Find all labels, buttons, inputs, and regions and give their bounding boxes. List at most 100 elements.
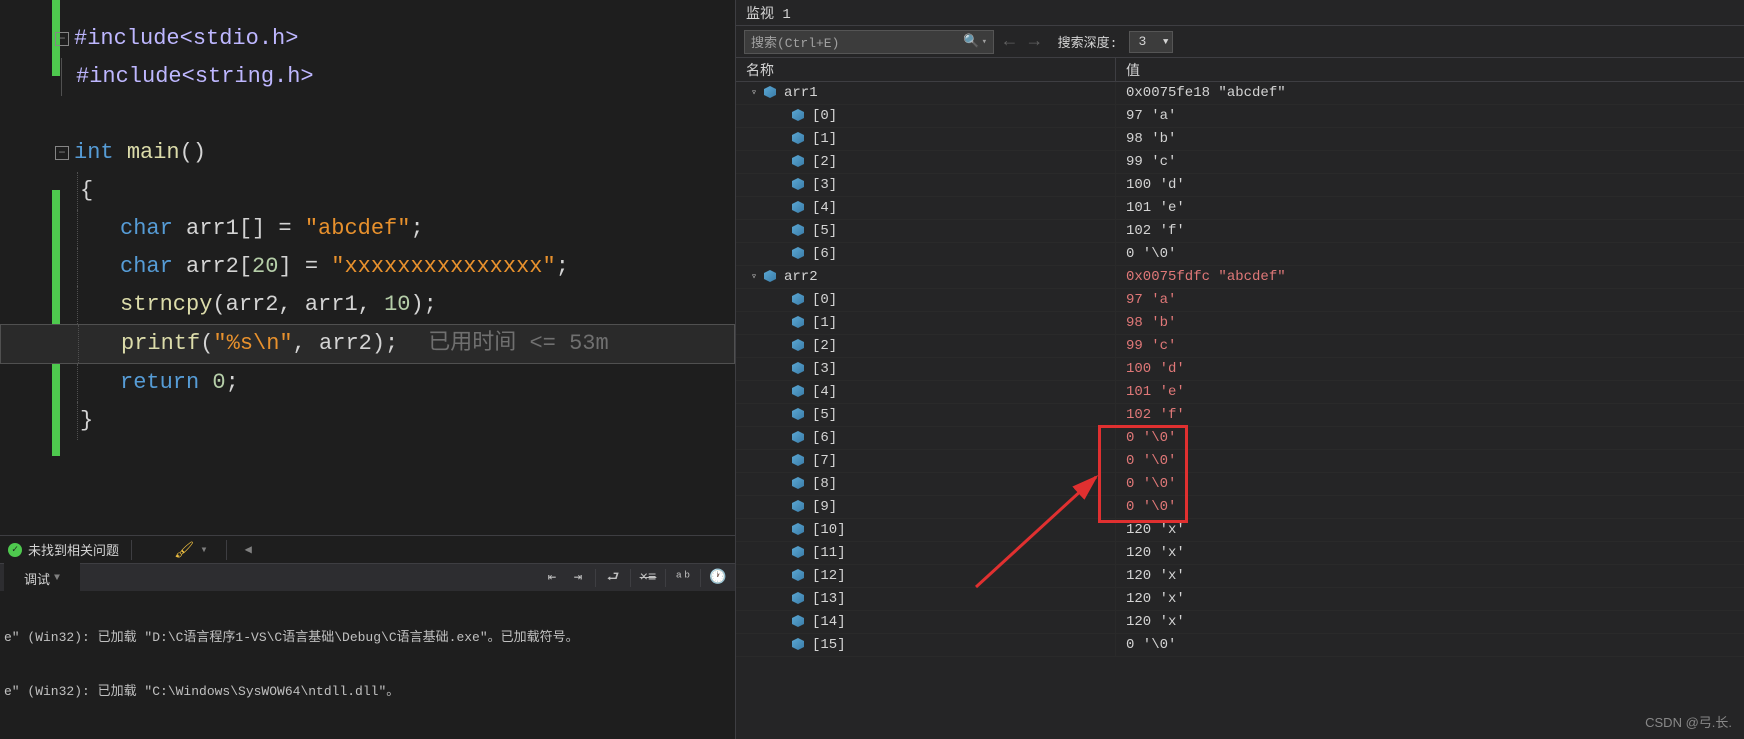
variable-name: [4]	[812, 200, 837, 216]
watch-row[interactable]: [9]0 '\0'	[736, 496, 1744, 519]
watch-toolbar: 搜索(Ctrl+E) 🔍 ▾ ← → 搜索深度: 3 ▼	[736, 26, 1744, 58]
nav-back-icon[interactable]: ←	[1004, 32, 1015, 52]
watch-panel: 监视 1 搜索(Ctrl+E) 🔍 ▾ ← → 搜索深度: 3 ▼ 名称 值 ▿…	[735, 0, 1744, 739]
variable-name: [6]	[812, 246, 837, 262]
watch-row[interactable]: [6]0 '\0'	[736, 427, 1744, 450]
expand-icon[interactable]: ▿	[748, 87, 760, 99]
variable-icon	[792, 132, 806, 146]
variable-value: 0x0075fe18 "abcdef"	[1116, 85, 1744, 101]
variable-name: [4]	[812, 384, 837, 400]
indent-right-icon[interactable]: ⇥	[566, 566, 590, 590]
variable-name: [8]	[812, 476, 837, 492]
variable-value: 100 'd'	[1116, 177, 1744, 193]
watch-row[interactable]: [4] 101 'e'	[736, 197, 1744, 220]
watch-row[interactable]: [8]0 '\0'	[736, 473, 1744, 496]
variable-value: 99 'c'	[1116, 338, 1744, 354]
variable-icon	[792, 638, 806, 652]
watch-row[interactable]: [13]120 'x'	[736, 588, 1744, 611]
watch-row[interactable]: [2]99 'c'	[736, 335, 1744, 358]
variable-name: [0]	[812, 108, 837, 124]
wrap-icon[interactable]: ⮐	[601, 566, 625, 590]
clock-icon[interactable]: 🕐	[706, 566, 730, 590]
watermark: CSDN @弓.长.	[1645, 712, 1732, 731]
watch-row[interactable]: [0]97 'a'	[736, 289, 1744, 312]
variable-value: 101 'e'	[1116, 384, 1744, 400]
editor-pane: − #include<stdio.h> #include<string.h> −…	[0, 0, 735, 739]
watch-row[interactable]: [2]99 'c'	[736, 151, 1744, 174]
variable-value: 98 'b'	[1116, 315, 1744, 331]
variable-icon	[792, 293, 806, 307]
variable-value: 0 '\0'	[1116, 637, 1744, 653]
nav-forward-icon[interactable]: →	[1029, 32, 1040, 52]
variable-icon	[764, 86, 778, 100]
watch-row[interactable]: [6]0 '\0'	[736, 243, 1744, 266]
variable-name: [14]	[812, 614, 846, 630]
variable-name: [1]	[812, 315, 837, 331]
collapse-icon[interactable]: −	[55, 146, 69, 160]
depth-select[interactable]: 3 ▼	[1129, 31, 1173, 53]
watch-row[interactable]: [14]120 'x'	[736, 611, 1744, 634]
variable-icon	[792, 385, 806, 399]
status-text: 未找到相关问题	[28, 540, 119, 559]
column-name[interactable]: 名称	[736, 58, 1116, 81]
watch-row[interactable]: ▿ arr2 0x0075fdfc "abcdef"	[736, 266, 1744, 289]
watch-rows[interactable]: ▿arr10x0075fe18 "abcdef"[0]97 'a'[1]98 '…	[736, 82, 1744, 739]
watch-row[interactable]: [1]98 'b'	[736, 128, 1744, 151]
debug-tab[interactable]: 调试 ▼	[4, 563, 80, 592]
watch-row[interactable]: [1] 98 'b'	[736, 312, 1744, 335]
output-pane[interactable]: e" (Win32): 已加载 "D:\C语言程序1-VS\C语言基础\Debu…	[0, 591, 735, 739]
variable-value: 120 'x'	[1116, 522, 1744, 538]
status-bar: ✓ 未找到相关问题 🖌 ▾ ◀	[0, 535, 735, 563]
search-icon[interactable]: 🔍 ▾	[963, 34, 987, 49]
settings-icon[interactable]: ᵃᵇ	[671, 566, 695, 590]
variable-icon	[792, 523, 806, 537]
variable-icon	[764, 270, 778, 284]
watch-row[interactable]: [11]120 'x'	[736, 542, 1744, 565]
variable-value: 102 'f'	[1116, 407, 1744, 423]
variable-name: [3]	[812, 177, 837, 193]
variable-name: [11]	[812, 545, 846, 561]
watch-row[interactable]: [5]102 'f'	[736, 404, 1744, 427]
variable-value: 97 'a'	[1116, 292, 1744, 308]
indent-left-icon[interactable]: ⇤	[540, 566, 564, 590]
clear-icon[interactable]: ×≡	[636, 566, 660, 590]
watch-row[interactable]: [12]120 'x'	[736, 565, 1744, 588]
variable-icon	[792, 500, 806, 514]
variable-value: 100 'd'	[1116, 361, 1744, 377]
watch-row[interactable]: [3] 100 'd'	[736, 174, 1744, 197]
variable-value: 0 '\0'	[1116, 453, 1744, 469]
chevron-down-icon[interactable]: ▼	[54, 573, 60, 584]
watch-row[interactable]: [15]0 '\0'	[736, 634, 1744, 657]
watch-row[interactable]: [0]97 'a'	[736, 105, 1744, 128]
variable-value: 98 'b'	[1116, 131, 1744, 147]
variable-value: 120 'x'	[1116, 568, 1744, 584]
collapse-icon[interactable]: −	[55, 32, 69, 46]
column-value[interactable]: 值	[1116, 58, 1744, 81]
variable-name: arr2	[784, 269, 818, 285]
variable-icon	[792, 339, 806, 353]
scroll-left-icon[interactable]: ◀	[245, 542, 252, 557]
variable-value: 0x0075fdfc "abcdef"	[1116, 269, 1744, 285]
variable-value: 101 'e'	[1116, 200, 1744, 216]
chevron-down-icon: ▼	[1163, 37, 1168, 47]
variable-value: 120 'x'	[1116, 591, 1744, 607]
variable-icon	[792, 615, 806, 629]
watch-row[interactable]: [7]0 '\0'	[736, 450, 1744, 473]
watch-row[interactable]: [10]120 'x'	[736, 519, 1744, 542]
variable-icon	[792, 362, 806, 376]
wand-icon[interactable]: 🖌	[174, 540, 194, 560]
watch-row[interactable]: ▿arr10x0075fe18 "abcdef"	[736, 82, 1744, 105]
code-editor[interactable]: − #include<stdio.h> #include<string.h> −…	[0, 0, 735, 535]
watch-row[interactable]: [4] 101 'e'	[736, 381, 1744, 404]
code-pp: #include<stdio.h>	[74, 20, 298, 58]
expand-icon[interactable]: ▿	[748, 271, 760, 283]
output-line: e" (Win32): 已加载 "C:\Windows\SysWOW64\ntd…	[4, 683, 731, 701]
depth-label: 搜索深度:	[1058, 32, 1118, 51]
wand-dropdown-icon[interactable]: ▾	[200, 542, 207, 557]
variable-icon	[792, 155, 806, 169]
watch-title: 监视 1	[736, 0, 1744, 26]
watch-row[interactable]: [5]102 'f'	[736, 220, 1744, 243]
search-input[interactable]: 搜索(Ctrl+E) 🔍 ▾	[744, 30, 994, 54]
variable-icon	[792, 408, 806, 422]
watch-row[interactable]: [3]100 'd'	[736, 358, 1744, 381]
